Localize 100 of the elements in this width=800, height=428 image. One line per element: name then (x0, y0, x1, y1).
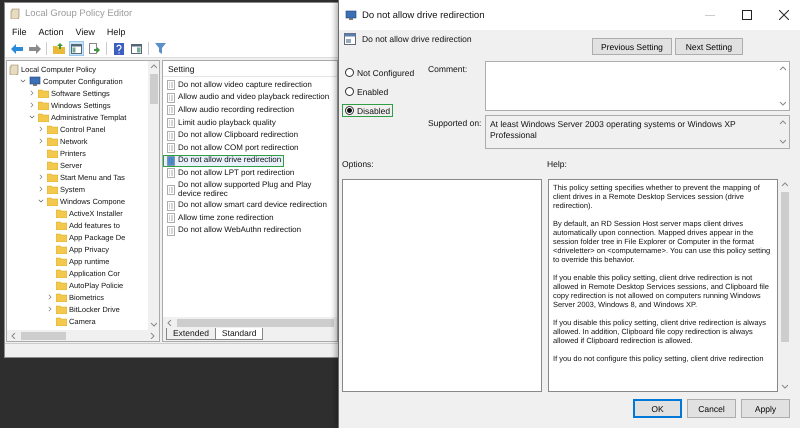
setting-row[interactable]: Allow audio recording redirection (163, 104, 335, 117)
menu-item[interactable]: View (70, 27, 100, 37)
folder-icon (56, 292, 67, 302)
setting-row[interactable]: Do not allow supported Plug and Play device redirec (163, 180, 335, 200)
setting-row[interactable]: Limit audio playback quality (163, 116, 335, 130)
comment-field[interactable] (485, 61, 790, 111)
folder-icon (56, 244, 67, 254)
document-icon (167, 200, 175, 211)
setting-row[interactable]: Allow time zone redirection (163, 212, 335, 225)
panel-icon (71, 44, 82, 54)
menu-item[interactable]: File (7, 27, 32, 37)
supported-label: Supported on: (428, 117, 482, 128)
forward-button[interactable] (27, 41, 42, 56)
radio-option[interactable]: Enabled (342, 85, 392, 98)
left-arrow-icon (10, 44, 22, 54)
radio-button[interactable] (345, 87, 354, 96)
nav-button[interactable]: Next Setting (674, 38, 743, 55)
setting-row[interactable]: Do not allow Clipboard redirection (163, 129, 335, 142)
setting-row[interactable]: Do not allow LPT port redirection (163, 167, 335, 180)
scrollbar-thumb[interactable] (150, 74, 158, 104)
setting-row[interactable]: Do not allow smart card device redirection (163, 199, 335, 212)
comment-label: Comment: (428, 63, 468, 74)
document-icon (167, 226, 175, 236)
folder-icon (38, 100, 49, 110)
document-icon (167, 156, 175, 166)
scrollbar-thumb[interactable] (21, 332, 66, 340)
chevron-down-icon[interactable] (18, 77, 26, 85)
vertical-scrollbar[interactable] (148, 61, 159, 330)
document-icon (167, 184, 175, 195)
scroll-down-icon[interactable] (150, 321, 157, 328)
help-label: Help: (547, 159, 568, 171)
help-button[interactable] (111, 41, 126, 56)
folder-icon (56, 304, 67, 314)
radio-option[interactable]: Disabled (342, 104, 394, 117)
scroll-left-icon[interactable] (10, 332, 17, 339)
folder-icon (56, 220, 67, 230)
folder-icon (47, 124, 58, 134)
nav-button[interactable]: Previous Setting (592, 38, 672, 55)
view-tab[interactable]: Extended (166, 328, 216, 340)
setting-row[interactable]: Do not allow COM port redirection (163, 142, 335, 155)
folder-icon (56, 280, 67, 290)
dialog-button[interactable]: Apply (741, 399, 790, 418)
folder-icon (56, 232, 67, 242)
column-header[interactable]: Setting (163, 61, 337, 77)
folder-icon (38, 88, 49, 98)
folder-icon (38, 112, 49, 122)
export-button[interactable] (87, 41, 102, 56)
scroll-up-icon[interactable] (781, 181, 788, 188)
folder-icon (47, 196, 58, 206)
document-icon (167, 213, 175, 224)
scroll-right-icon[interactable] (149, 332, 156, 339)
dialog-title: Do not allow drive redirection (362, 10, 486, 20)
document-icon (167, 143, 175, 154)
right-arrow-icon (28, 44, 40, 54)
window-title: Local Group Policy Editor (25, 8, 132, 19)
setting-row[interactable]: Do not allow drive redirection (163, 154, 284, 168)
horizontal-scrollbar[interactable] (163, 317, 337, 328)
properties-button[interactable] (129, 41, 144, 56)
dialog-button[interactable]: OK (633, 399, 682, 418)
setting-row[interactable]: Allow audio and video playback redirection (163, 92, 335, 104)
setting-row[interactable]: Do not allow video capture redirection (163, 79, 335, 92)
radio-button[interactable] (345, 106, 354, 115)
folder-icon (47, 148, 58, 158)
scroll-icon (9, 64, 19, 74)
radio-button[interactable] (345, 68, 354, 77)
scroll-down-icon[interactable] (779, 100, 786, 107)
chevron-down-icon[interactable] (28, 113, 36, 121)
setting-row[interactable]: Do not allow WebAuthn redirection (163, 224, 335, 238)
filter-button[interactable] (153, 41, 168, 56)
document-icon (167, 118, 175, 128)
folder-icon (56, 256, 67, 266)
scroll-up-icon[interactable] (150, 63, 157, 70)
dialog-button[interactable]: Cancel (687, 399, 736, 418)
scrollbar-thumb[interactable] (177, 318, 334, 326)
settings-window-icon (344, 33, 356, 45)
scroll-down-icon[interactable] (781, 383, 788, 390)
scroll-up-icon[interactable] (779, 65, 786, 72)
folder-icon (47, 184, 58, 194)
radio-option[interactable]: Not Configured (342, 66, 418, 79)
scrollbar-thumb[interactable] (780, 192, 788, 342)
computer-icon (29, 76, 41, 86)
minimize-icon (705, 14, 715, 16)
document-icon (167, 130, 175, 141)
tree-toggle-button[interactable] (69, 41, 84, 56)
document-icon (167, 92, 175, 103)
menu-item[interactable]: Action (34, 27, 69, 37)
horizontal-scrollbar[interactable] (7, 330, 159, 341)
filter-icon (155, 43, 166, 54)
up-folder-button[interactable] (51, 41, 66, 56)
scroll-up-icon[interactable] (779, 119, 786, 126)
options-label: Options: (342, 159, 375, 171)
scroll-down-icon[interactable] (779, 138, 786, 145)
folder-icon (47, 160, 58, 170)
folder-up-icon (52, 43, 64, 54)
view-tab[interactable]: Standard (214, 328, 264, 340)
scroll-left-icon[interactable] (166, 319, 173, 326)
document-icon (167, 105, 175, 116)
chevron-down-icon[interactable] (36, 197, 44, 205)
menu-item[interactable]: Help (102, 27, 130, 37)
policy-heading: Do not allow drive redirection (362, 34, 472, 44)
